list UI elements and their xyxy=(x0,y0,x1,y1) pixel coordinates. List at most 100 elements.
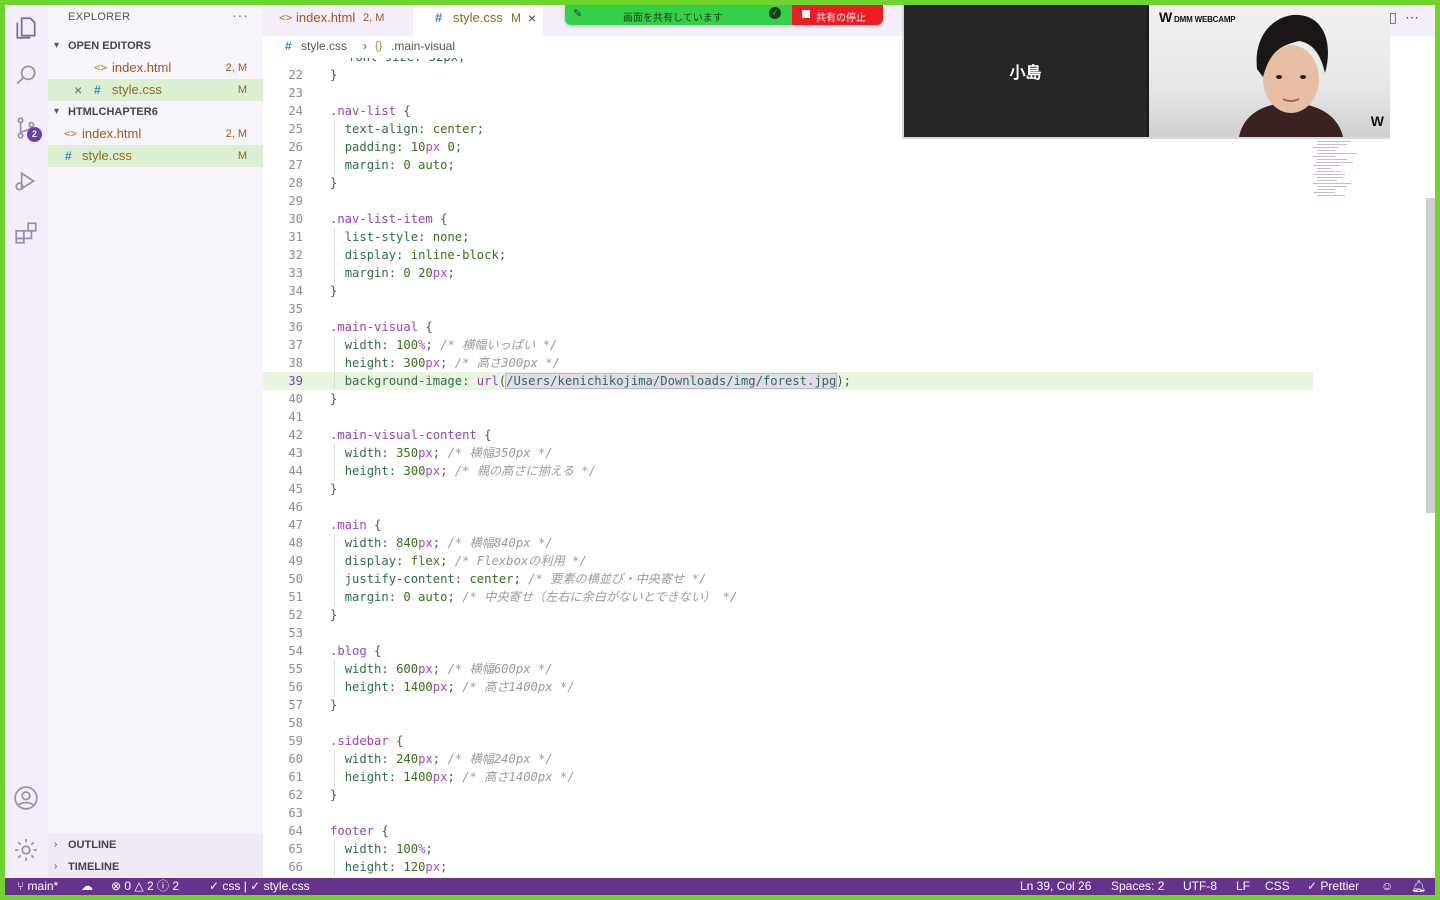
timeline-header[interactable]: › TIMELINE xyxy=(48,856,263,878)
source-control-badge: 2 xyxy=(27,127,42,142)
outline-header[interactable]: › OUTLINE xyxy=(48,834,263,856)
code-line[interactable]: 52} xyxy=(263,606,1313,624)
code-line[interactable]: 66 height: 120px; xyxy=(263,858,1313,876)
lint-status[interactable]: ✓ css | ✓ style.css xyxy=(209,878,310,895)
tab-style-css[interactable]: # style.css M × xyxy=(413,5,543,36)
css-file-icon: # xyxy=(94,83,101,97)
code-line[interactable]: 35 xyxy=(263,300,1313,318)
file-tree-item[interactable]: <> index.html 2, M xyxy=(48,123,263,145)
close-icon[interactable]: × xyxy=(528,5,536,31)
code-line[interactable]: 29 xyxy=(263,192,1313,210)
prettier-status[interactable]: ✓ Prettier xyxy=(1307,878,1359,895)
sync-icon[interactable]: ☁ xyxy=(81,878,93,895)
code-line[interactable]: 30 .nav-list-item { xyxy=(263,210,1313,228)
timeline-label: TIMELINE xyxy=(68,861,120,873)
code-text: } xyxy=(330,698,338,712)
code-line[interactable]: 58 xyxy=(263,714,1313,732)
code-line[interactable]: 53 xyxy=(263,624,1313,642)
code-line[interactable]: 61 height: 1400px; /* 高さ1400px */ xyxy=(263,768,1313,786)
code-line[interactable]: 36 .main-visual { xyxy=(263,318,1313,336)
code-editor[interactable]: font-size: 32px; 22} 23 24 .nav-list {25 tex… xyxy=(263,58,1435,878)
code-line[interactable]: 26 padding: 10px 0; xyxy=(263,138,1313,156)
more-actions-icon[interactable]: ⋯ xyxy=(1405,9,1427,25)
breadcrumb-symbol[interactable]: .main-visual xyxy=(391,36,455,56)
code-line[interactable]: 50 justify-content: center; /* 要素の横並び・中央… xyxy=(263,570,1313,588)
code-line[interactable]: 33 margin: 0 20px; xyxy=(263,264,1313,282)
encoding[interactable]: UTF-8 xyxy=(1183,878,1217,895)
code-line[interactable]: 49 display: flex; /* Flexboxの利用 */ xyxy=(263,552,1313,570)
line-number: 32 xyxy=(288,248,303,262)
file-status: M xyxy=(237,150,247,162)
code-line[interactable]: 38 height: 300px; /* 高さ300px */ xyxy=(263,354,1313,372)
notifications-icon[interactable]: 🔔︎ xyxy=(1411,878,1426,895)
code-line[interactable]: 47 .main { xyxy=(263,516,1313,534)
code-line[interactable]: 55 width: 600px; /* 横幅600px */ xyxy=(263,660,1313,678)
cursor-position[interactable]: Ln 39, Col 26 xyxy=(1020,878,1091,895)
code-line[interactable]: 34} xyxy=(263,282,1313,300)
file-tree-item-active[interactable]: # style.css M xyxy=(48,145,263,167)
feedback-icon[interactable]: ☺ xyxy=(1381,878,1393,895)
open-editor-item-active[interactable]: × # style.css M xyxy=(48,79,263,101)
code-line[interactable]: 27 margin: 0 auto; xyxy=(263,156,1313,174)
git-branch-item[interactable]: ⑂ main* xyxy=(17,878,58,895)
tab-index-html[interactable]: <> index.html 2, M xyxy=(263,5,413,36)
indentation[interactable]: Spaces: 2 xyxy=(1111,878,1164,895)
code-line[interactable]: 46 xyxy=(263,498,1313,516)
code-line[interactable]: 63 xyxy=(263,804,1313,822)
open-editor-item[interactable]: <> index.html 2, M xyxy=(48,57,263,79)
account-icon[interactable] xyxy=(11,783,41,813)
code-line[interactable]: 42 .main-visual-content { xyxy=(263,426,1313,444)
code-line[interactable]: 51 margin: 0 auto; /* 中央寄せ（左右に余白がないとできない… xyxy=(263,588,1313,606)
code-text: justify-content: center; /* 要素の横並び・中央寄せ … xyxy=(344,572,707,586)
code-text: width: 100%; xyxy=(344,842,433,856)
minimap[interactable] xyxy=(1313,138,1383,218)
run-debug-icon[interactable] xyxy=(11,166,41,196)
stop-share-button[interactable]: 共有の停止 xyxy=(792,5,883,25)
code-line[interactable]: 65 width: 100%; xyxy=(263,840,1313,858)
code-line[interactable]: 45} xyxy=(263,480,1313,498)
explorer-more-icon[interactable]: ··· xyxy=(232,7,249,23)
line-number: 37 xyxy=(288,338,303,352)
code-line[interactable]: 40} xyxy=(263,390,1313,408)
end-of-line[interactable]: LF xyxy=(1236,878,1250,895)
extensions-icon[interactable] xyxy=(11,218,41,248)
video-call-overlay[interactable]: 小島 W DMM WEBCAMP W xyxy=(902,5,1390,139)
line-number: 49 xyxy=(288,554,303,568)
source-control-icon[interactable]: 2 xyxy=(11,113,42,143)
symbol-class-icon: {} xyxy=(375,40,383,52)
code-line[interactable]: 57} xyxy=(263,696,1313,714)
code-line[interactable]: 64 footer { xyxy=(263,822,1313,840)
code-text: .main { xyxy=(330,518,382,532)
code-line[interactable]: 60 width: 240px; /* 横幅240px */ xyxy=(263,750,1313,768)
code-line[interactable]: 56 height: 1400px; /* 高さ1400px */ xyxy=(263,678,1313,696)
breadcrumb-file[interactable]: style.css xyxy=(301,36,347,56)
folder-header[interactable]: ▾ HTMLCHAPTER6 xyxy=(48,101,263,123)
vertical-scrollbar[interactable] xyxy=(1426,198,1435,513)
settings-gear-icon[interactable] xyxy=(11,835,41,865)
code-line[interactable]: 44 height: 300px; /* 親の高さに揃える */ xyxy=(263,462,1313,480)
line-number: 22 xyxy=(288,68,303,82)
warning-icon: △ xyxy=(134,879,147,893)
code-line[interactable]: 37 width: 100%; /* 横幅いっぱい */ xyxy=(263,336,1313,354)
code-line[interactable]: 28} xyxy=(263,174,1313,192)
open-editors-header[interactable]: ▾ OPEN EDITORS xyxy=(48,35,263,57)
code-line[interactable]: 31 list-style: none; xyxy=(263,228,1313,246)
chevron-down-icon: ▾ xyxy=(54,106,60,117)
problems-item[interactable]: ⊗ 0 △ 2 ⓘ 2 xyxy=(111,878,179,895)
code-line[interactable]: 54 .blog { xyxy=(263,642,1313,660)
open-editor-name: index.html xyxy=(112,60,172,75)
code-line[interactable]: 43 width: 350px; /* 横幅350px */ xyxy=(263,444,1313,462)
language-mode[interactable]: CSS xyxy=(1265,878,1290,895)
html-file-icon: <> xyxy=(64,127,78,140)
code-line[interactable]: 59 .sidebar { xyxy=(263,732,1313,750)
explorer-icon[interactable] xyxy=(11,13,41,43)
current-code-line[interactable]: 39 background-image: url(/Users/kenichik… xyxy=(263,372,1313,390)
code-line[interactable]: 41 xyxy=(263,408,1313,426)
close-icon[interactable]: × xyxy=(74,79,82,101)
code-line[interactable]: 32 display: inline-block; xyxy=(263,246,1313,264)
code-line[interactable]: 48 width: 840px; /* 横幅840px */ xyxy=(263,534,1313,552)
code-text: height: 1400px; /* 高さ1400px */ xyxy=(344,770,575,784)
code-line[interactable]: 62} xyxy=(263,786,1313,804)
search-icon[interactable] xyxy=(11,60,41,90)
code-text: width: 840px; /* 横幅840px */ xyxy=(344,536,553,550)
